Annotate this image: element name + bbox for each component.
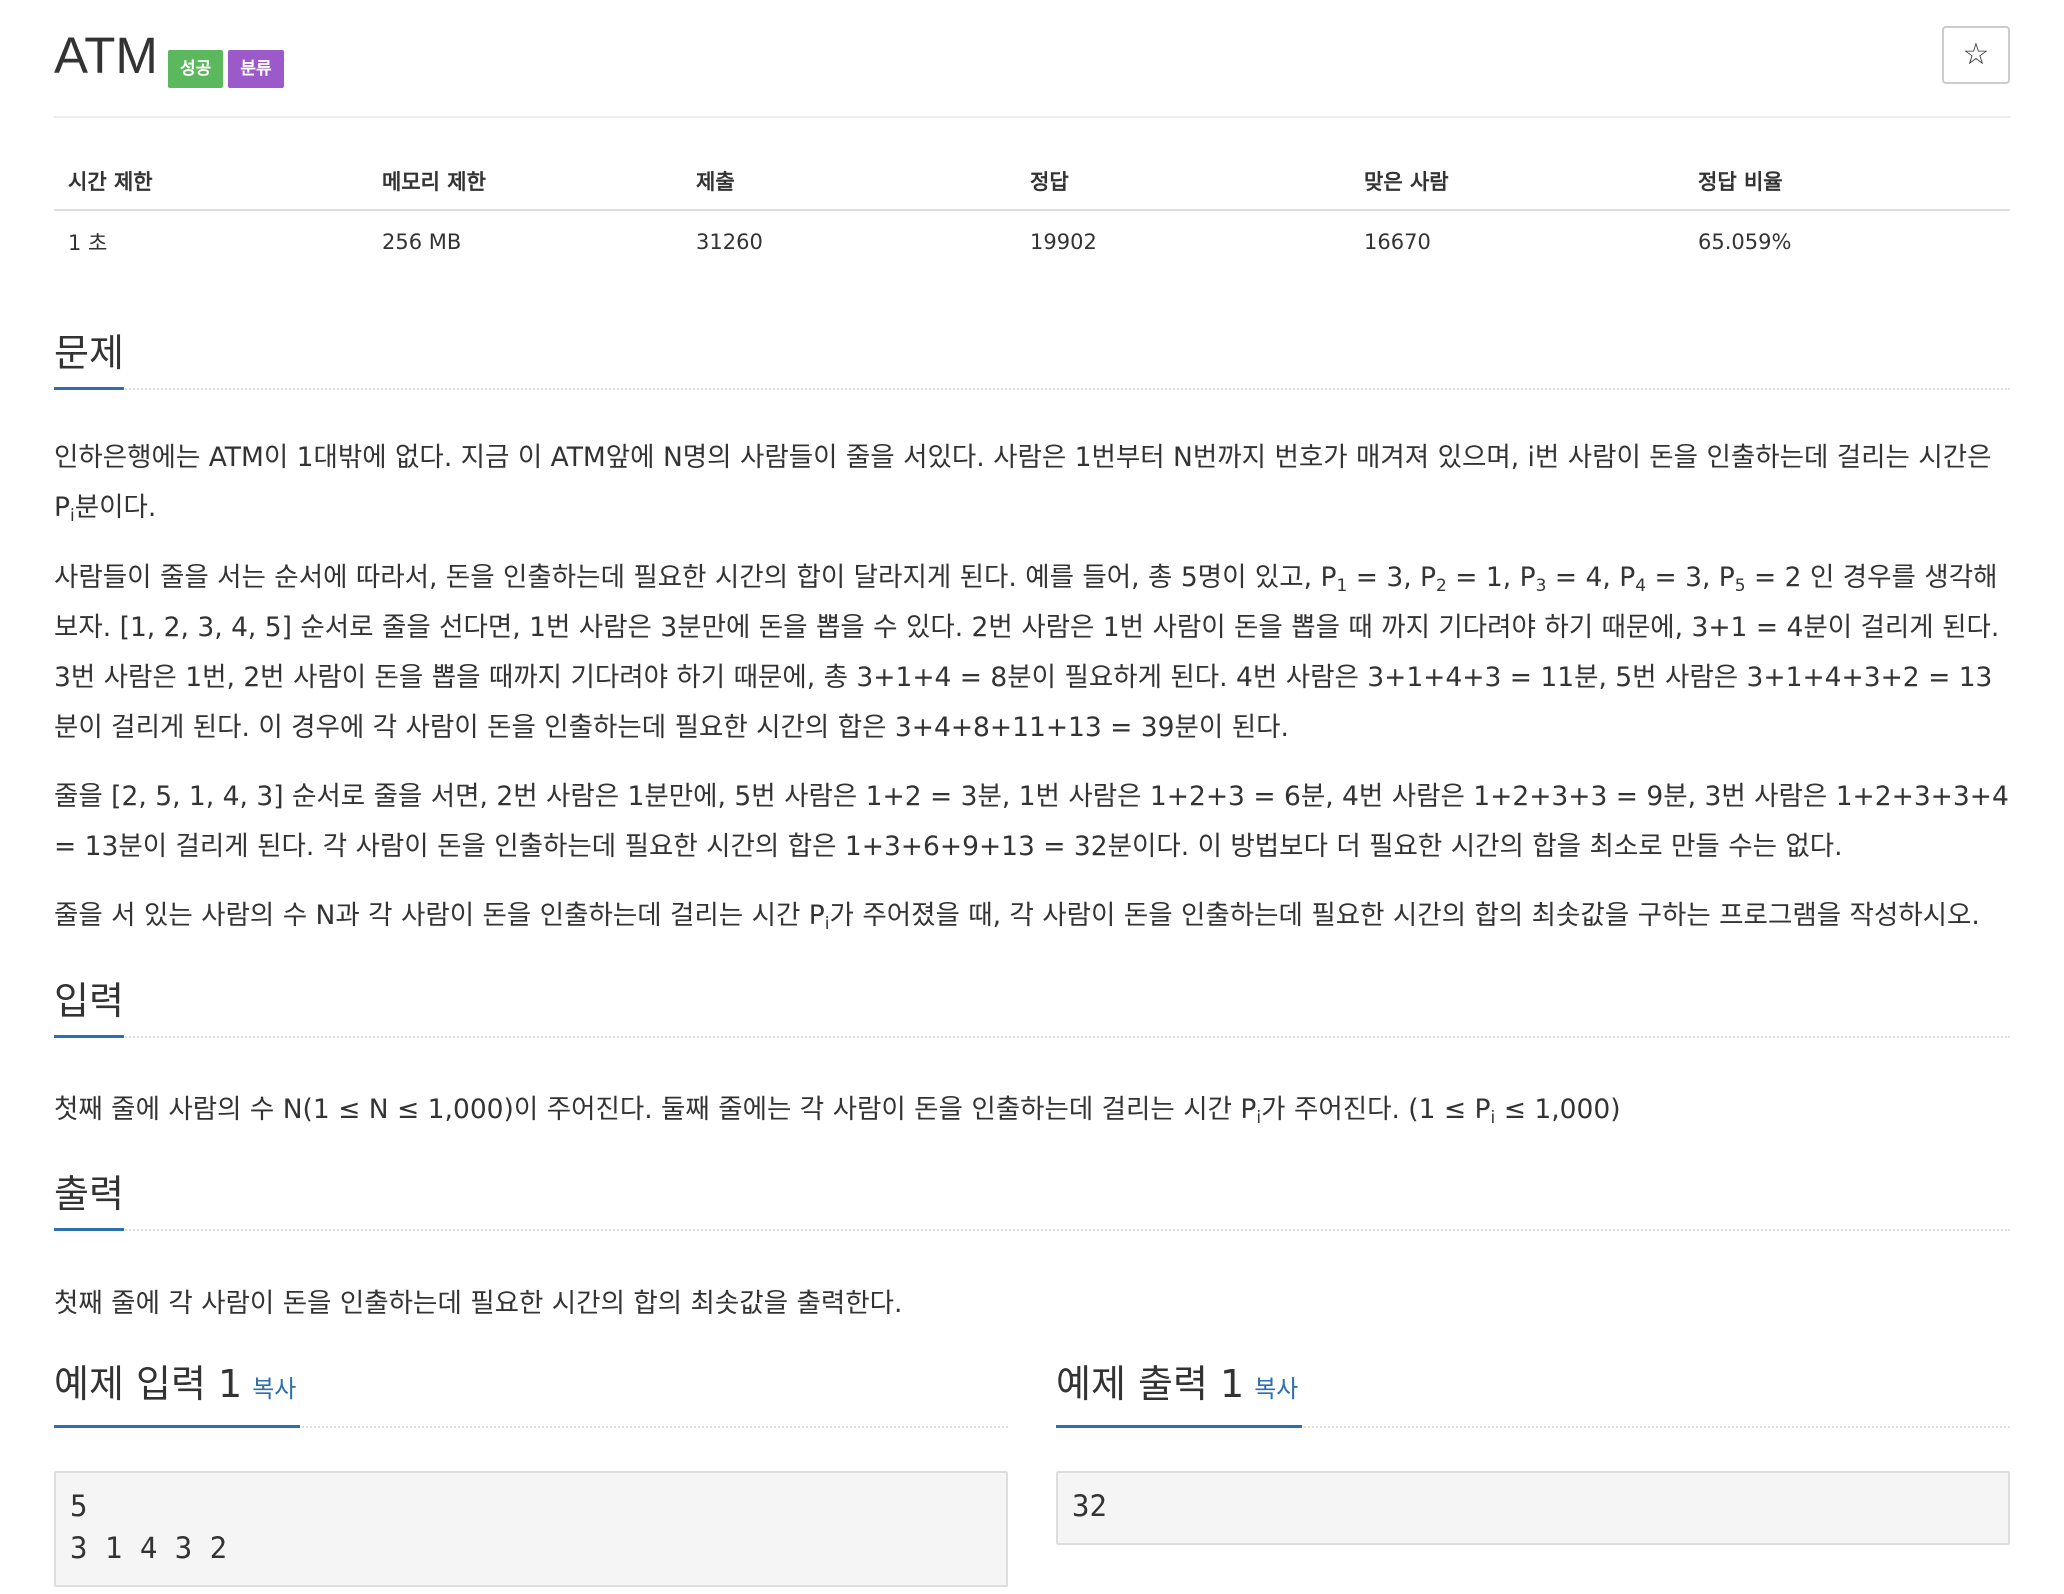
info-submissions[interactable]: 31260 (682, 210, 1016, 272)
info-memory-limit: 256 MB (382, 229, 462, 254)
section-output-title: 출력 (54, 1172, 124, 1231)
sample-output-box[interactable]: 32 (1056, 1471, 2010, 1545)
info-header-accept-rate: 정답 비율 (1684, 152, 2010, 211)
output-description: 첫째 줄에 각 사람이 돈을 인출하는데 필요한 시간의 합의 최솟값을 출력한… (54, 1288, 903, 1319)
sample-output-title: 예제 출력 1 복사 (1056, 1362, 1303, 1428)
input-description: 첫째 줄에 사람의 수 N(1 ≤ N ≤ 1,000)이 주어진다. 둘째 줄… (54, 1094, 1621, 1128)
info-solved-users[interactable]: 16670 (1350, 210, 1684, 272)
sample-output-header: 예제 출력 1 복사 (1056, 1356, 2010, 1428)
star-icon: ☆ (1962, 37, 1990, 72)
section-problem-header: 문제 (54, 330, 2010, 390)
info-time-limit: 1 초 (68, 230, 108, 255)
info-accept-rate: 65.059% (1698, 229, 1792, 254)
problem-paragraph-3: 줄을 [2, 5, 1, 4, 3] 순서로 줄을 서면, 2번 사람은 1분만… (54, 781, 2009, 862)
info-header-submissions: 제출 (682, 152, 1016, 211)
problem-paragraph-2: 사람들이 줄을 서는 순서에 따라서, 돈을 인출하는데 필요한 시간의 합이 … (54, 562, 2000, 743)
star-button[interactable]: ☆ (1942, 26, 2010, 84)
sample-input-box[interactable]: 5 3 1 4 3 2 (54, 1471, 1008, 1587)
status-badge-success[interactable]: 성공 (168, 50, 224, 88)
category-badge[interactable]: 분류 (228, 50, 284, 88)
info-header-row: 시간 제한 메모리 제한 제출 정답 맞은 사람 정답 비율 (54, 152, 2010, 211)
problem-info-table: 시간 제한 메모리 제한 제출 정답 맞은 사람 정답 비율 1 초 256 M… (54, 152, 2010, 272)
problem-paragraph-1: 인하은행에는 ATM이 1대밖에 없다. 지금 이 ATM앞에 N명의 사람들이… (54, 442, 1992, 526)
copy-sample-input-link[interactable]: 복사 (252, 1375, 296, 1403)
info-header-memory-limit: 메모리 제한 (368, 152, 682, 211)
section-output-header: 출력 (54, 1171, 2010, 1231)
problem-header: ATM 성공 분류 ☆ (54, 24, 2010, 118)
section-input-title: 입력 (54, 979, 124, 1038)
sample-input-header: 예제 입력 1 복사 (54, 1356, 1008, 1428)
info-header-accepted: 정답 (1016, 152, 1350, 211)
problem-title: ATM (54, 27, 158, 84)
info-value-row: 1 초 256 MB 31260 19902 16670 65.059% (54, 210, 2010, 272)
section-problem-title: 문제 (54, 331, 124, 390)
info-accepted[interactable]: 19902 (1016, 210, 1350, 272)
section-input-header: 입력 (54, 978, 2010, 1038)
info-header-time-limit: 시간 제한 (54, 152, 368, 211)
problem-paragraph-4: 줄을 서 있는 사람의 수 N과 각 사람이 돈을 인출하는데 걸리는 시간 P… (54, 900, 1980, 934)
copy-sample-output-link[interactable]: 복사 (1254, 1375, 1298, 1403)
sample-input-title: 예제 입력 1 복사 (54, 1362, 301, 1428)
problem-page: ATM 성공 분류 ☆ 시간 제한 메모리 제한 제출 정답 맞은 사람 정답 … (0, 0, 2064, 1594)
info-header-solved-users: 맞은 사람 (1350, 152, 1684, 211)
